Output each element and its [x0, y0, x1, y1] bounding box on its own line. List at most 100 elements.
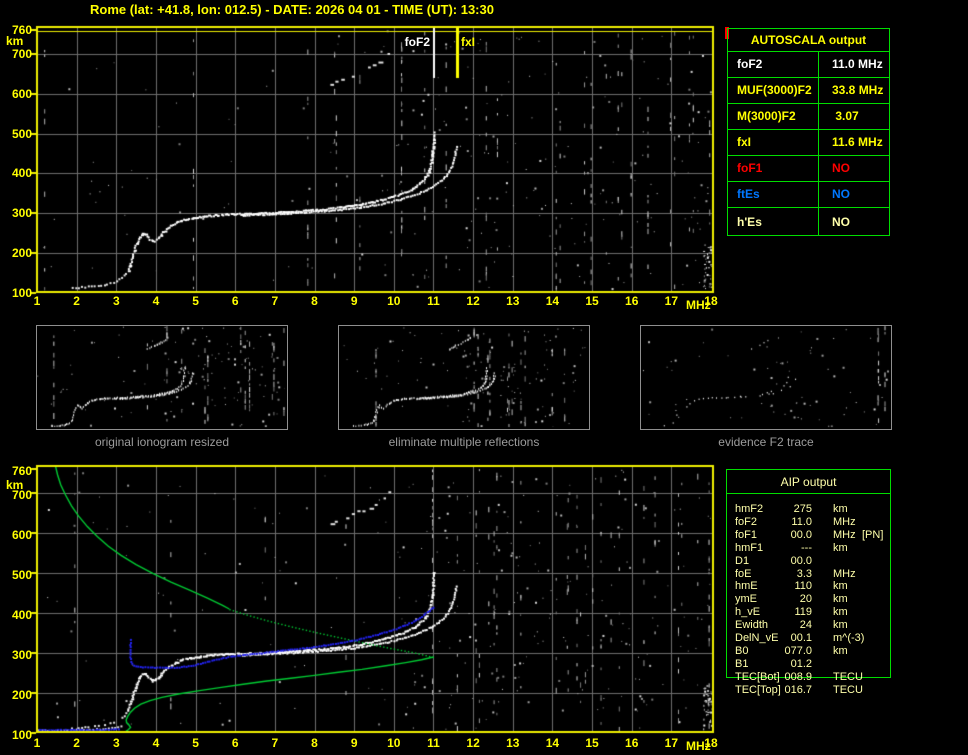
x-tick-label: 5 — [192, 736, 199, 750]
aip-row-value: 00.1 — [790, 632, 812, 644]
aip-row: ymE 20 km — [726, 593, 968, 606]
aip-row-unit: km — [833, 619, 848, 631]
y-tick-label: 760 — [11, 23, 32, 37]
aip-row-value: 119 — [794, 606, 812, 618]
x-tick-label: 17 — [664, 294, 679, 308]
aip-row-value: 110 — [794, 580, 812, 592]
x-tick-label: 18 — [704, 736, 718, 750]
aip-row-unit: km — [833, 542, 848, 554]
x-tick-label: 9 — [350, 736, 358, 750]
x-tick-label: 18 — [704, 294, 718, 308]
y-tick-label: 700 — [11, 488, 32, 502]
aip-row: h_vE 119 km — [726, 606, 968, 619]
x-tick-label: 1 — [33, 294, 41, 308]
aip-row-value: 275 — [793, 503, 812, 515]
autoscala-row-value: NO — [832, 161, 850, 175]
aip-row-label: hmF1 — [735, 542, 764, 554]
aip-row: DelN_vE 00.1 m^(-3) — [726, 632, 968, 645]
autoscala-row: M(3000)F2 3.07 — [728, 104, 889, 130]
autoscala-table-title: AUTOSCALA output — [728, 29, 889, 52]
autoscala-row: foF1 NO — [728, 156, 889, 182]
y-tick-label: 100 — [11, 728, 32, 742]
aip-row-value: 00.0 — [790, 529, 812, 541]
aip-row-unit: km — [833, 606, 848, 618]
x-tick-label: 14 — [545, 294, 560, 308]
aip-row: B1 01.2 — [726, 658, 968, 671]
y-tick-label: 760 — [11, 464, 32, 478]
x-tick-label: 14 — [545, 736, 560, 750]
aip-row: D1 00.0 — [726, 555, 968, 568]
aip-row-label: foF1 — [735, 529, 758, 541]
x-tick-label: 11 — [427, 736, 440, 750]
aip-row-label: foF2 — [735, 516, 758, 528]
y-tick-label: 400 — [11, 166, 32, 180]
autoscala-table-rows: foF2 11.0 MHz MUF(3000)F2 33.8 MHz M(3000)F2… — [728, 52, 889, 236]
x-tick-label: 2 — [73, 736, 80, 750]
aip-row: TEC[Bot] 008.9 TECU — [726, 671, 968, 684]
y-tick-label: 300 — [11, 206, 32, 220]
y-tick-label: 300 — [11, 648, 32, 662]
autoscala-row-label: MUF(3000)F2 — [728, 78, 819, 103]
aip-row-value: 008.9 — [784, 671, 812, 683]
x-tick-label: 3 — [112, 294, 120, 308]
thumbnail-original-ionogram — [36, 325, 288, 430]
autoscala-row-label: fxI — [728, 130, 819, 155]
aip-row-unit: km — [833, 645, 848, 657]
y-tick-label: 400 — [11, 608, 32, 622]
x-tick-label: 4 — [152, 294, 160, 308]
y-tick-label: 500 — [11, 127, 32, 141]
aip-row-unit: TECU — [833, 684, 863, 696]
aip-row-label: B1 — [735, 658, 749, 670]
autoscala-row-label: M(3000)F2 — [728, 104, 819, 129]
x-tick-label: 10 — [387, 736, 401, 750]
x-tick-label: 5 — [192, 294, 199, 308]
autoscala-row-value: 33.8 MHz — [832, 83, 884, 97]
aip-row-value: 11.0 — [791, 516, 812, 528]
x-tick-label: 16 — [625, 294, 639, 308]
aip-row-label: B0 — [735, 645, 749, 657]
autoscala-table: AUTOSCALA output foF2 11.0 MHz MUF(3000)F2… — [727, 28, 890, 236]
fxi-marker-label: fxI — [461, 35, 476, 49]
aip-row-note: [PN] — [862, 529, 884, 541]
thumbnail-caption: eliminate multiple reflections — [388, 435, 540, 449]
y-tick-label: 700 — [11, 47, 32, 61]
page-title: Rome (lat: +41.8, lon: 012.5) - DATE: 20… — [90, 2, 494, 17]
aip-row-unit: MHz — [833, 516, 856, 528]
thumbnail-multiple-reflections — [338, 325, 590, 430]
thumbnail-f2-trace — [640, 325, 892, 430]
aip-row-value: 00.0 — [790, 555, 812, 567]
x-tick-label: 7 — [271, 294, 279, 308]
x-tick-label: 7 — [271, 736, 279, 750]
aip-row-label: h_vE — [735, 606, 761, 618]
aip-row-label: ymE — [735, 593, 757, 605]
autoscala-row-label: foF2 — [728, 52, 819, 77]
autoscala-row: fxI 11.6 MHz — [728, 130, 889, 156]
x-tick-label: 12 — [466, 736, 480, 750]
autoscala-row-label: foF1 — [728, 156, 819, 181]
aip-row: foF1 00.0 MHz [PN] — [726, 529, 968, 542]
x-tick-label: 4 — [152, 736, 160, 750]
y-tick-label: 200 — [11, 246, 32, 260]
autoscala-row-value: NO — [832, 215, 850, 229]
x-tick-label: 1 — [33, 736, 41, 750]
autoscala-row: MUF(3000)F2 33.8 MHz — [728, 78, 889, 104]
aip-row-value: --- — [801, 542, 812, 554]
aip-row-value: 20 — [799, 593, 812, 605]
autoscala-row-label: h'Es — [728, 208, 819, 236]
aip-row-unit: MHz — [833, 529, 856, 541]
thumbnail-caption: original ionogram resized — [94, 435, 230, 449]
aip-row-unit: km — [833, 503, 848, 515]
aip-row-value: 01.2 — [790, 658, 812, 670]
x-tick-label: 15 — [585, 294, 599, 308]
aip-row-label: hmE — [735, 580, 758, 592]
aip-row-unit: km — [833, 593, 848, 605]
x-tick-label: 15 — [585, 736, 599, 750]
x-tick-label: 11 — [427, 294, 440, 308]
aip-row: hmF2 275 km — [726, 503, 968, 516]
autoscala-row-value: 11.6 MHz — [832, 135, 883, 149]
autoscala-row-value: NO — [832, 187, 850, 201]
y-tick-label: 600 — [11, 528, 32, 542]
x-tick-label: 9 — [350, 294, 358, 308]
x-tick-label: 2 — [73, 294, 80, 308]
x-tick-label: 17 — [664, 736, 679, 750]
